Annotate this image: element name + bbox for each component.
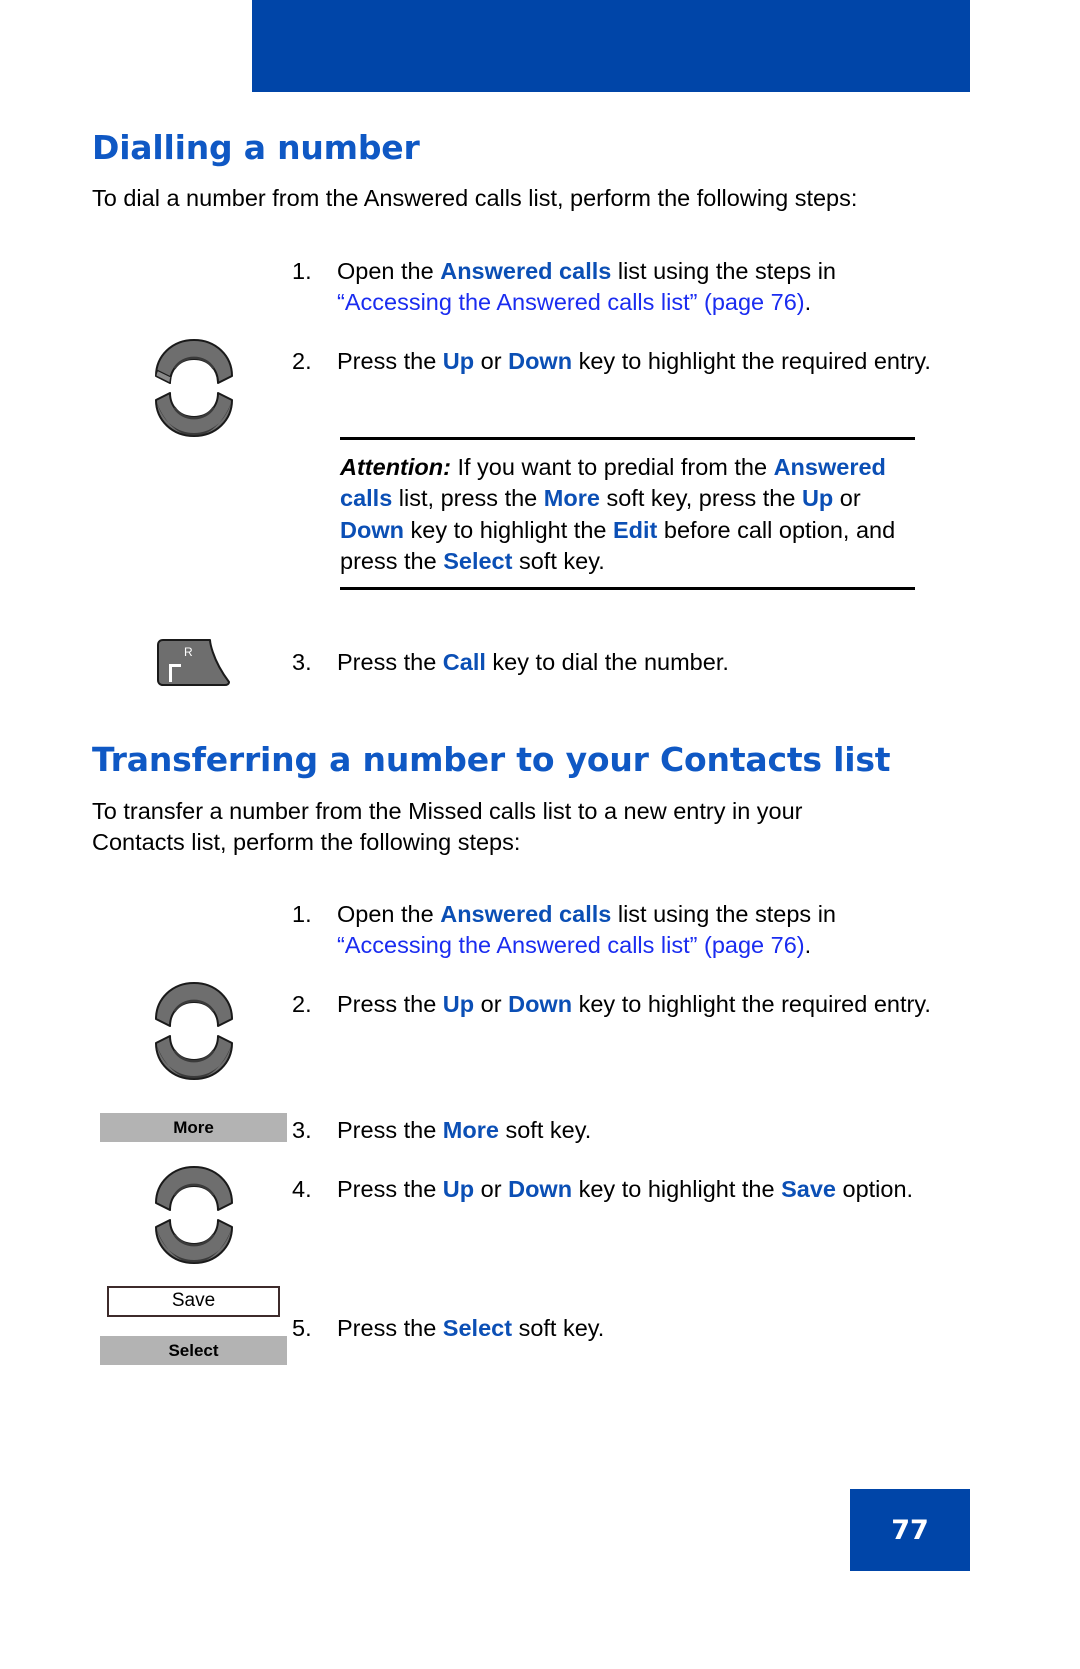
softkey-save[interactable]: Save: [107, 1286, 280, 1317]
text-run: option.: [835, 1176, 914, 1202]
step-number: 1.: [292, 258, 312, 284]
step-item: 4. Press the Up or Down key to highlight…: [292, 1174, 932, 1205]
text-run: soft key.: [512, 1315, 605, 1341]
text-run: or: [474, 1176, 509, 1202]
emphasis-term: Up: [801, 485, 834, 512]
emphasis-term: Up: [442, 991, 475, 1017]
text-run: Open the: [337, 901, 441, 927]
text-run: Press the: [337, 348, 443, 374]
up-down-navigation-key-icon: [152, 979, 236, 1088]
step-item: 5. Press the Select soft key.: [292, 1313, 932, 1344]
cross-reference-link[interactable]: “Accessing the Answered calls list” (pag…: [337, 932, 805, 958]
step-text: Open the Answered calls list using the s…: [337, 256, 912, 319]
emphasis-term: Down: [508, 348, 573, 374]
emphasis-term: Edit: [613, 516, 658, 543]
step-text: Open the Answered calls list using the s…: [337, 899, 912, 962]
text-run: Press the: [337, 1117, 443, 1143]
text-run: key to dial the number.: [485, 649, 729, 675]
step-text: Press the More soft key.: [337, 1115, 591, 1146]
header-banner: [252, 0, 970, 92]
emphasis-term: Down: [340, 516, 404, 543]
text-run: key to highlight the: [572, 1176, 782, 1202]
text-run: soft key.: [498, 1117, 592, 1143]
step-item: 2. Press the Up or Down key to highlight…: [292, 989, 932, 1020]
attention-lead: Attention:: [340, 454, 451, 480]
page-number: 77: [891, 1514, 929, 1546]
emphasis-term: Answered calls: [440, 258, 612, 284]
emphasis-term: Save: [781, 1176, 836, 1202]
emphasis-term: Call: [442, 649, 486, 675]
attention-body: Attention: If you want to predial from t…: [340, 440, 915, 587]
section-intro-dialling: To dial a number from the Answered calls…: [92, 185, 858, 211]
emphasis-term: Up: [442, 348, 475, 374]
section-heading-transferring: Transferring a number to your Contacts l…: [92, 740, 891, 779]
text-run: Press the: [337, 649, 443, 675]
text-run: list using the steps in: [611, 901, 837, 927]
section-intro-transferring: To transfer a number from the Missed cal…: [92, 798, 803, 856]
step-number: 3.: [292, 649, 312, 675]
attention-rule-bottom: [340, 587, 915, 590]
step-item: 3. Press the More soft key.: [292, 1115, 932, 1146]
step-number: 5.: [292, 1315, 312, 1341]
attention-note: Attention: If you want to predial from t…: [340, 437, 915, 590]
text-run: or: [474, 348, 509, 374]
call-key-icon: R: [155, 636, 235, 693]
step-item: 1. Open the Answered calls list using th…: [292, 256, 912, 319]
text-run: list, press the: [392, 485, 544, 512]
step-number: 1.: [292, 901, 312, 927]
call-key-r-label: R: [184, 645, 193, 659]
emphasis-term: Up: [442, 1176, 475, 1202]
text-run: Open the: [337, 258, 441, 284]
emphasis-term: More: [543, 485, 600, 512]
text-run: key to highlight the required entry.: [572, 348, 931, 374]
softkey-select[interactable]: Select: [100, 1336, 287, 1365]
up-down-navigation-key-icon: [152, 1163, 236, 1272]
text-run: Press the: [337, 1176, 443, 1202]
text-run: or: [474, 991, 509, 1017]
step-text: Press the Up or Down key to highlight th…: [337, 989, 931, 1020]
step-item: 1. Open the Answered calls list using th…: [292, 899, 912, 962]
text-run: key to highlight the: [403, 516, 613, 543]
step-number: 2.: [292, 991, 312, 1017]
emphasis-term: Select: [443, 547, 513, 574]
emphasis-term: Answered calls: [440, 901, 612, 927]
text-run: key to highlight the required entry.: [572, 991, 931, 1017]
step-item: 3. Press the Call key to dial the number…: [292, 647, 932, 678]
step-text: Press the Select soft key.: [337, 1313, 604, 1344]
section-heading-dialling: Dialling a number: [92, 128, 420, 167]
text-run: Press the: [337, 991, 443, 1017]
step-number: 4.: [292, 1176, 312, 1202]
softkey-more[interactable]: More: [100, 1113, 287, 1142]
emphasis-term: Select: [442, 1315, 513, 1341]
text-run: Press the: [337, 1315, 443, 1341]
cross-reference-link[interactable]: “Accessing the Answered calls list” (pag…: [337, 289, 805, 315]
text-run: .: [804, 289, 812, 316]
text-run: or: [833, 485, 861, 512]
emphasis-term: Down: [508, 991, 573, 1017]
step-item: 2. Press the Up or Down key to highlight…: [292, 346, 932, 377]
step-number: 3.: [292, 1117, 312, 1143]
text-run: If you want to predial from the: [450, 454, 774, 480]
text-run: list using the steps in: [611, 258, 837, 284]
step-text: Press the Up or Down key to highlight th…: [337, 346, 931, 377]
page-header-title: Calls list: [932, 1626, 1054, 1655]
step-number: 2.: [292, 348, 312, 374]
emphasis-term: Down: [508, 1176, 573, 1202]
text-run: .: [804, 932, 812, 959]
text-run: soft key, press the: [599, 485, 802, 512]
step-text: Press the Up or Down key to highlight th…: [337, 1174, 913, 1205]
up-down-navigation-key-icon: [152, 336, 236, 445]
emphasis-term: More: [442, 1117, 499, 1143]
step-text: Press the Call key to dial the number.: [337, 647, 729, 678]
text-run: soft key.: [512, 547, 605, 574]
